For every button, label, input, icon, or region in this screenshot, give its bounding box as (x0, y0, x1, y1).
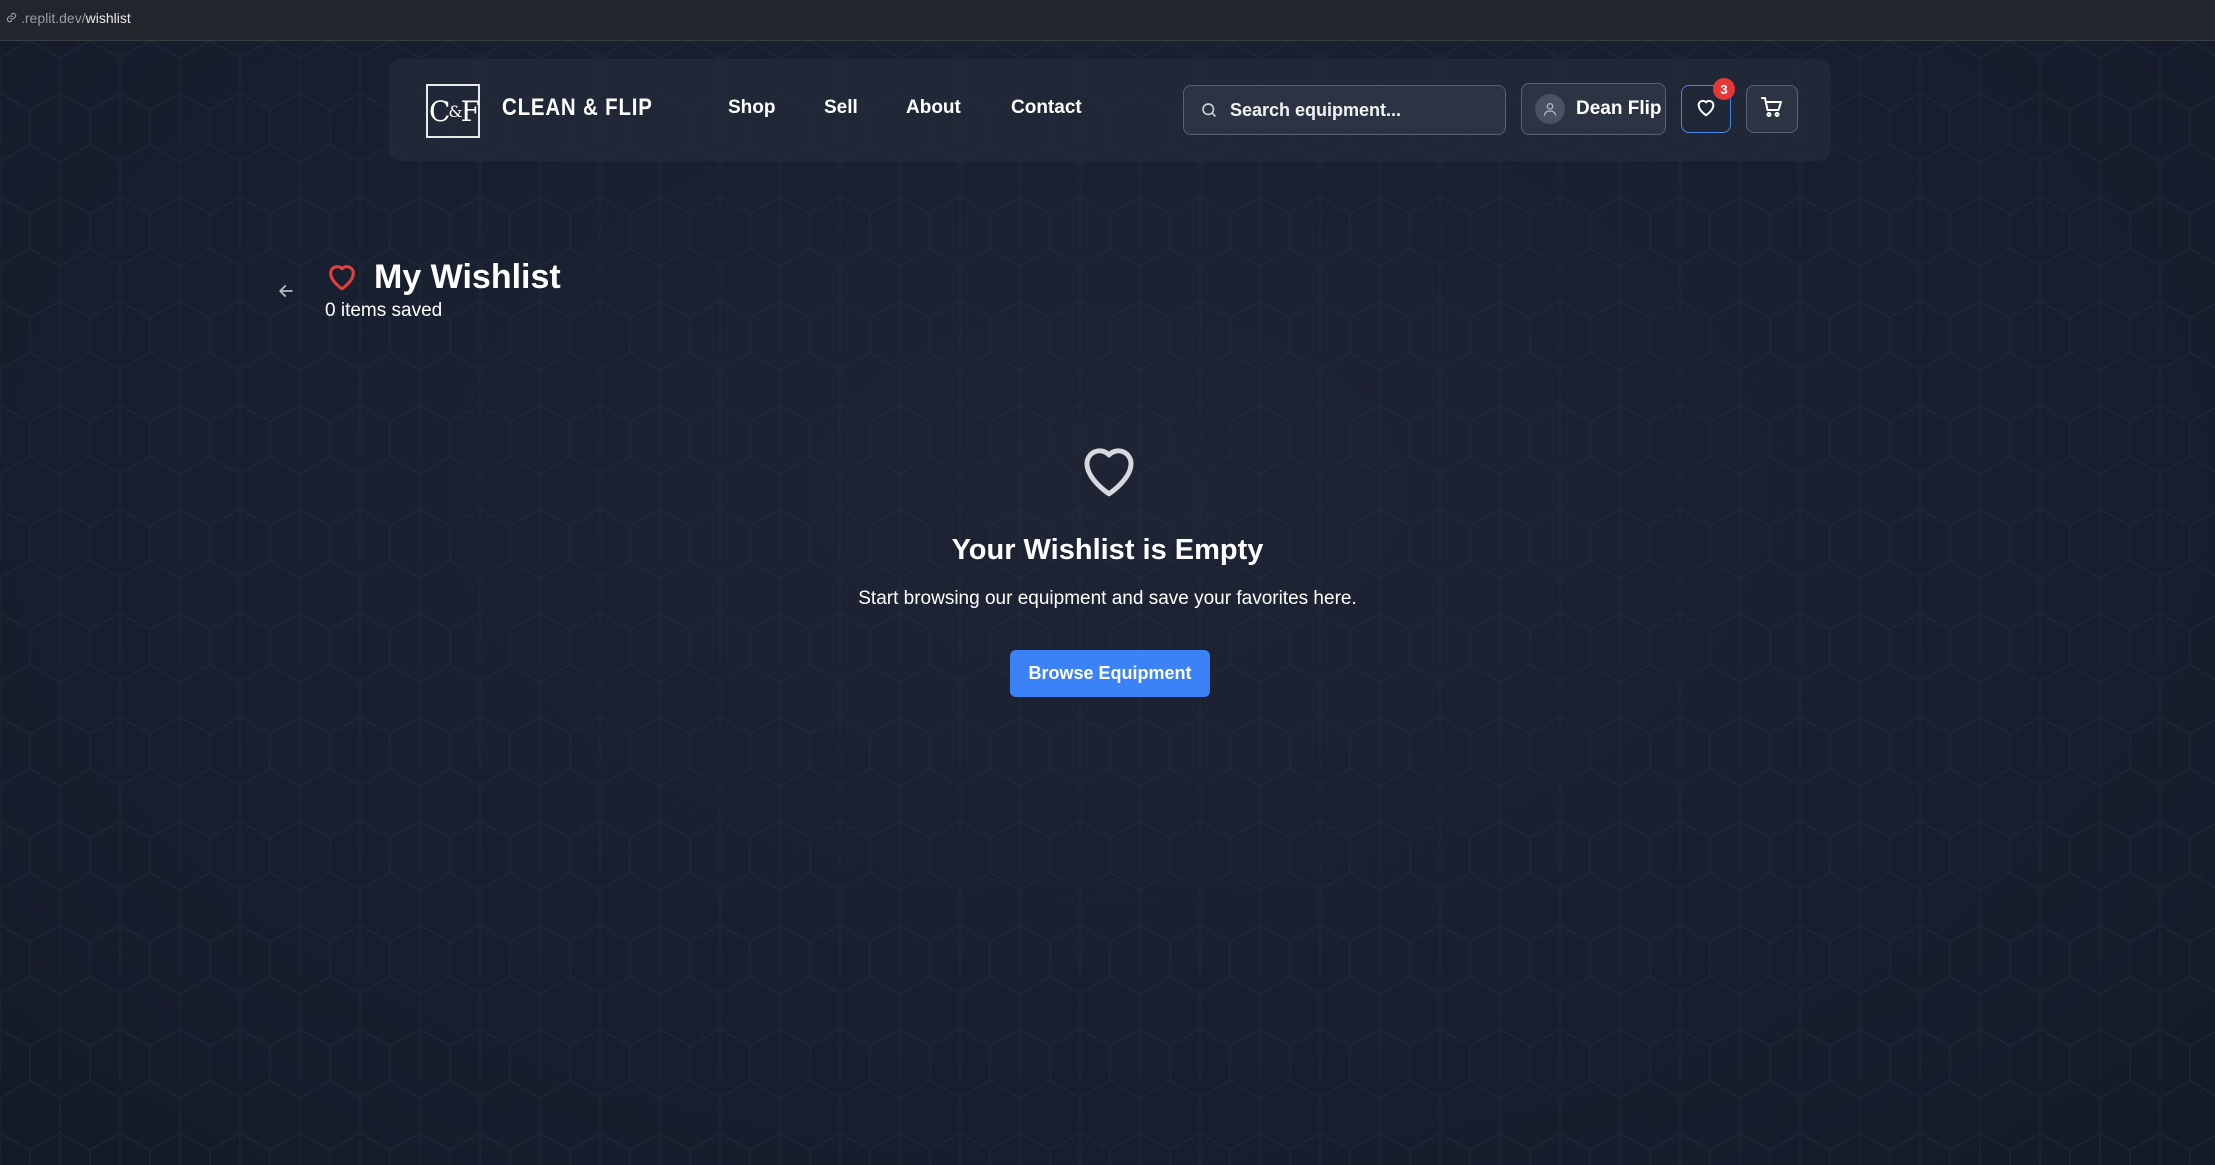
user-menu-button[interactable]: Dean Flip (1521, 83, 1666, 135)
user-name: Dean Flip (1576, 98, 1662, 119)
wishlist-count-badge: 3 (1713, 78, 1735, 100)
items-count: 0 items saved (325, 300, 443, 321)
empty-heart-icon (1084, 448, 1134, 497)
page-background: C & F CLEAN & FLIP Shop Sell About Contact… (0, 41, 2215, 1165)
avatar (1535, 94, 1565, 124)
cart-icon (1760, 95, 1784, 124)
nav-sell[interactable]: Sell (824, 97, 858, 119)
logo[interactable]: C & F (426, 84, 480, 138)
arrow-left-icon (276, 281, 296, 306)
search-icon (1200, 101, 1218, 119)
address-url[interactable]: .replit.dev/wishlist (6, 10, 131, 26)
page-title: My Wishlist (374, 258, 561, 296)
back-button[interactable] (272, 279, 300, 307)
search-input[interactable] (1228, 98, 1492, 122)
browse-equipment-button[interactable]: Browse Equipment (1010, 650, 1210, 697)
url-host: .replit.dev/ (21, 10, 86, 26)
link-icon (6, 10, 17, 26)
brand-name[interactable]: CLEAN & FLIP (502, 94, 653, 122)
empty-state-description: Start browsing our equipment and save yo… (858, 588, 1357, 609)
logo-letter-f: F (460, 94, 481, 128)
heart-icon (1695, 96, 1717, 123)
nav-about[interactable]: About (906, 97, 961, 119)
nav-shop[interactable]: Shop (728, 97, 776, 119)
cart-button[interactable] (1746, 85, 1798, 133)
browser-address-bar[interactable]: .replit.dev/wishlist (0, 0, 2215, 41)
empty-state-title: Your Wishlist is Empty (951, 534, 1264, 566)
nav-contact[interactable]: Contact (1011, 97, 1082, 119)
url-path: wishlist (85, 10, 131, 26)
top-navbar: C & F CLEAN & FLIP Shop Sell About Contact… (389, 59, 1831, 161)
search-box (1183, 85, 1506, 135)
heart-icon (329, 265, 355, 291)
logo-ampersand: & (448, 101, 462, 121)
logo-letter-c: C (428, 94, 451, 128)
